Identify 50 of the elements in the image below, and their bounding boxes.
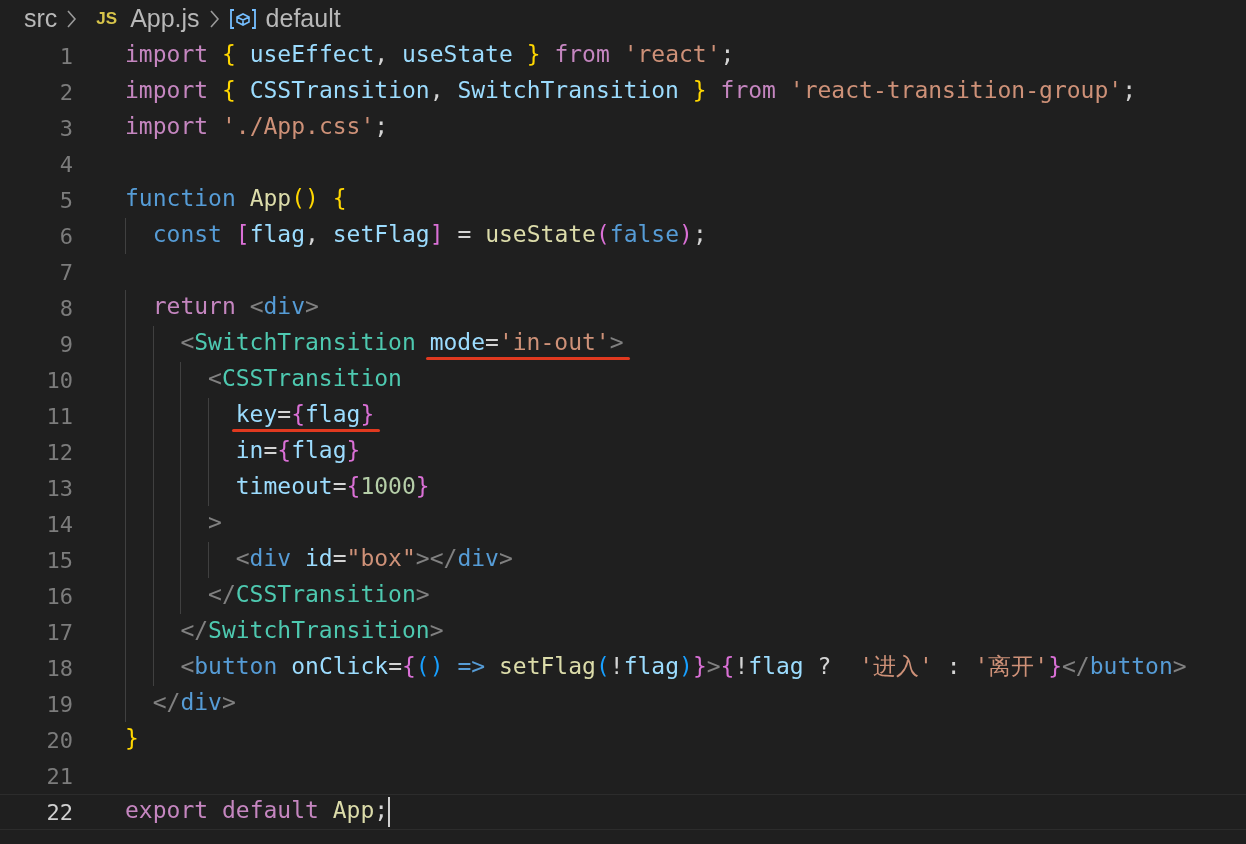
code-line: <button onClick={() => setFlag(!flag)}>{!flag ? '进入' : '离开'}</button>	[179, 652, 1187, 681]
code-line: <CSSTransition	[207, 364, 402, 393]
code-line: mode='in-out'>	[425, 326, 630, 362]
code-line: return <div>	[151, 292, 319, 321]
line-number: 22	[45, 799, 73, 825]
variable-symbol-icon	[228, 7, 257, 30]
line-number: 14	[45, 511, 73, 537]
code-line: key={flag}	[231, 398, 381, 434]
line-number: 4	[58, 151, 73, 177]
line-number: 9	[58, 331, 73, 357]
line-number: 3	[58, 115, 73, 141]
line-number: 18	[45, 655, 73, 681]
chevron-icon	[66, 8, 78, 29]
line-number: 20	[45, 727, 73, 753]
line-number: 6	[58, 223, 73, 249]
code-line: </div>	[151, 688, 236, 717]
line-number: 11	[45, 403, 73, 429]
line-number: 1	[58, 43, 73, 69]
code-line: in={flag}	[234, 436, 361, 465]
line-number: 16	[45, 583, 73, 609]
line-number: 10	[45, 367, 73, 393]
code-line: </SwitchTransition>	[179, 616, 444, 645]
code-line: }	[124, 724, 139, 753]
breadcrumb-item[interactable]: App.js	[130, 4, 200, 33]
code-line: import { useEffect, useState } from 'react';	[124, 40, 735, 69]
code-line: export default App;	[124, 796, 389, 825]
line-number: 2	[58, 79, 73, 105]
line-number: 19	[45, 691, 73, 717]
code-line: >	[207, 508, 222, 537]
code-line: timeout={1000}	[234, 472, 430, 501]
code-line: import './App.css';	[124, 112, 389, 141]
code-line: <SwitchTransition	[179, 328, 416, 357]
code-line: function App() {	[124, 184, 347, 213]
line-number: 13	[45, 475, 73, 501]
breadcrumb-item[interactable]: default	[265, 4, 341, 33]
line-number: 15	[45, 547, 73, 573]
text-cursor	[388, 797, 391, 827]
code-line: <div id="box"></div>	[234, 544, 513, 573]
line-number: 17	[45, 619, 73, 645]
code-line: import { CSSTransition, SwitchTransition } from 'react-transition-group';	[124, 76, 1136, 105]
line-number: 8	[58, 295, 73, 321]
line-number: 12	[45, 439, 73, 465]
chevron-icon	[208, 8, 220, 29]
breadcrumb-item[interactable]: src	[24, 4, 58, 33]
code-line: </CSSTransition>	[207, 580, 430, 609]
line-number: 7	[58, 259, 73, 285]
line-number: 5	[58, 187, 73, 213]
js-file-icon: JS	[96, 8, 118, 29]
line-number: 21	[45, 763, 73, 789]
code-line: const [flag, setFlag] = useState(false);	[151, 220, 707, 249]
